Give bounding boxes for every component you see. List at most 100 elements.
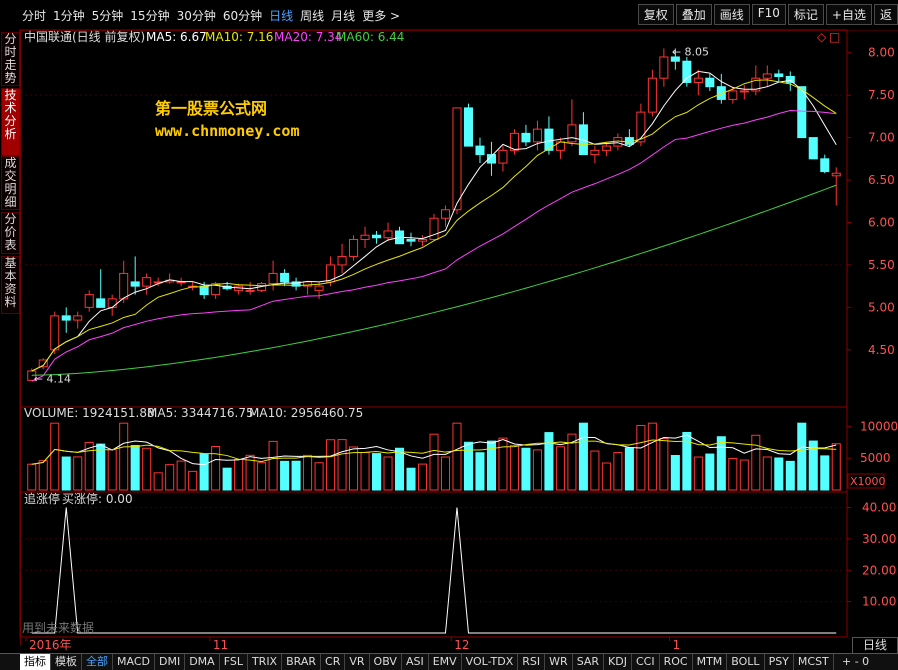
- indicator-tab-trix[interactable]: TRIX: [248, 654, 283, 670]
- volume-bar: [222, 467, 232, 491]
- volume-bar: [96, 443, 106, 491]
- volume-bar: [647, 422, 657, 491]
- volume-bar: [613, 452, 623, 491]
- indicator-tab-dma[interactable]: DMA: [185, 654, 220, 670]
- volume-bar: [38, 460, 48, 491]
- volume-bar: [429, 433, 439, 491]
- volume-bar: [555, 446, 565, 491]
- kline-chart[interactable]: ← 8.05 ← 4.14 8.00 7.50 7.00 6.50 6.00 5.50 5.0…: [0, 0, 898, 653]
- volume-bar: [820, 455, 830, 491]
- ma60-legend: MA60: 6.44: [336, 30, 404, 44]
- volume-bar: [659, 437, 669, 491]
- volume-ma5-legend: MA5: 3344716.75: [147, 406, 254, 420]
- candle-body: [245, 289, 255, 292]
- indicator-tab-mtm[interactable]: MTM: [693, 654, 728, 670]
- volume-bar: [119, 422, 129, 491]
- xaxis-label-jan: 1: [673, 638, 681, 652]
- volume-bar: [50, 422, 60, 491]
- indicator-tab-wr[interactable]: WR: [545, 654, 573, 670]
- volume-bar: [440, 456, 451, 491]
- indicator-tab-mcst[interactable]: MCST: [794, 654, 834, 670]
- candle-body: [360, 234, 370, 240]
- volume-bar: [257, 462, 267, 491]
- future-data-note: 用到未来数据: [22, 620, 94, 635]
- indicator-tab-cr[interactable]: CR: [321, 654, 346, 670]
- price-plot: ← 8.05 ← 4.14: [20, 45, 847, 385]
- low-price-label: ← 4.14: [34, 372, 71, 385]
- indicator-tab-sar[interactable]: SAR: [573, 654, 605, 670]
- indicator-tab-指标[interactable]: 指标: [20, 654, 51, 670]
- diamond-icon[interactable]: ◇: [817, 30, 827, 44]
- candle-body: [142, 277, 152, 287]
- indicator-tab-全部[interactable]: 全部: [82, 654, 113, 670]
- volume-bar: [716, 436, 726, 491]
- indicator-tab-dmi[interactable]: DMI: [155, 654, 186, 670]
- candle-body: [498, 149, 508, 164]
- volume-bar: [280, 460, 290, 491]
- indicator-tick-label: 20.00: [862, 563, 896, 577]
- indicator-tab-emv[interactable]: EMV: [429, 654, 462, 670]
- volume-bar: [463, 441, 474, 491]
- candle-body: [567, 124, 577, 143]
- indicator-tab-vol-tdx[interactable]: VOL-TDX: [462, 654, 519, 670]
- candle-body: [452, 107, 462, 211]
- candle-body: [808, 137, 818, 160]
- volume-tick-label: 10000: [860, 419, 898, 433]
- ma60-line: [31, 184, 837, 376]
- indicator-tab-kdj[interactable]: KDJ: [604, 654, 632, 670]
- volume-bar: [291, 460, 301, 491]
- candle-body: [372, 234, 382, 239]
- volume-bar: [532, 449, 542, 491]
- candle-body: [429, 217, 439, 240]
- volume-bar: [739, 459, 749, 491]
- candle-body: [73, 315, 83, 321]
- volume-bar: [831, 443, 841, 491]
- indicator-tab-obv[interactable]: OBV: [370, 654, 402, 670]
- candle-body: [693, 77, 703, 83]
- period-indicator-button[interactable]: 日线: [852, 637, 898, 654]
- volume-bar: [601, 462, 611, 491]
- volume-bar: [498, 437, 508, 491]
- volume-bar: [176, 460, 186, 491]
- volume-bar: [693, 456, 703, 491]
- indicator-tab-brar[interactable]: BRAR: [282, 654, 322, 670]
- box-icon[interactable]: □: [829, 30, 840, 44]
- volume-bar: [728, 457, 738, 491]
- price-tick-label: 5.50: [868, 258, 895, 272]
- candle-body: [774, 73, 784, 77]
- candle-body: [659, 56, 669, 79]
- volume-bar: [165, 464, 175, 491]
- volume-bar: [27, 463, 37, 491]
- volume-ma10-legend: MA10: 2956460.75: [249, 406, 363, 420]
- zoom-controls[interactable]: + - 0: [842, 654, 869, 669]
- indicator-tab-模板[interactable]: 模板: [51, 654, 82, 670]
- indicator-tab-asi[interactable]: ASI: [402, 654, 429, 670]
- volume-bar: [107, 449, 117, 491]
- candle-body: [50, 315, 60, 351]
- indicator-tab-boll[interactable]: BOLL: [727, 654, 765, 670]
- candle-body: [96, 298, 106, 308]
- volume-bar: [544, 432, 554, 491]
- candle-body: [463, 107, 474, 147]
- volume-bar: [475, 452, 485, 491]
- volume-bar: [326, 439, 336, 491]
- stock-title: 中国联通(日线 前复权): [24, 29, 145, 44]
- indicator-tab-cci[interactable]: CCI: [632, 654, 660, 670]
- indicator-tab-vr[interactable]: VR: [345, 654, 370, 670]
- volume-bar: [762, 456, 772, 491]
- volume-bar: [509, 445, 519, 491]
- indicator-tab-fsl[interactable]: FSL: [220, 654, 248, 670]
- indicator-tab-roc[interactable]: ROC: [660, 654, 693, 670]
- price-tick-label: 8.00: [868, 46, 895, 60]
- indicator-tab-macd[interactable]: MACD: [113, 654, 155, 670]
- volume-bar: [590, 450, 600, 491]
- volume-bar: [61, 456, 71, 491]
- candle-body: [532, 128, 542, 143]
- volume-bar: [578, 422, 588, 491]
- indicator-tab-rsi[interactable]: RSI: [518, 654, 546, 670]
- indicator-tick-label: 40.00: [862, 501, 896, 515]
- indicator-tab-psy[interactable]: PSY: [765, 654, 794, 670]
- volume-bar: [372, 453, 382, 491]
- candle-body: [601, 145, 611, 151]
- price-tick-label: 4.50: [868, 343, 895, 357]
